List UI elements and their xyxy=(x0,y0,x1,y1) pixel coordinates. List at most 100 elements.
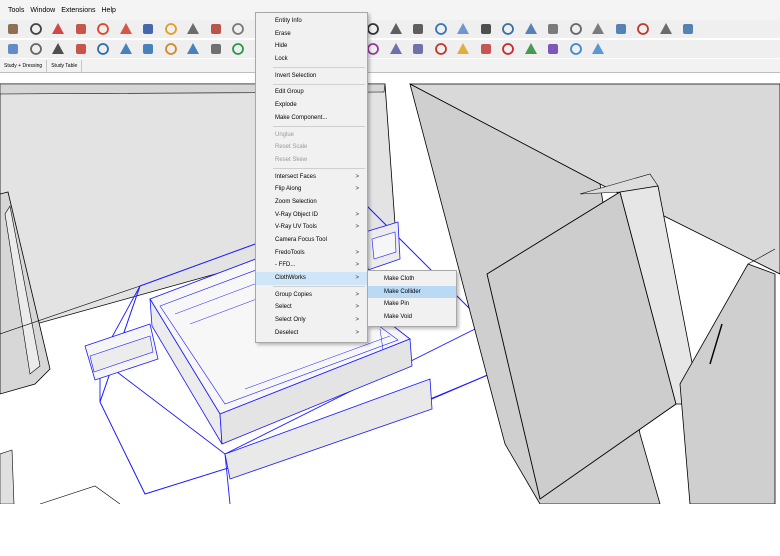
menu-item-label: Camera Focus Tool xyxy=(275,237,327,243)
material-icon[interactable] xyxy=(209,42,223,56)
menu-item-label: Intersect Faces xyxy=(275,173,317,180)
box-icon[interactable] xyxy=(659,22,673,36)
view-icon[interactable] xyxy=(591,22,605,36)
menu-item-clothworks[interactable]: ClothWorks > xyxy=(256,272,367,285)
wireframe-icon[interactable] xyxy=(479,22,493,36)
menu-item-select[interactable]: Select > xyxy=(256,301,367,314)
tape-icon[interactable] xyxy=(164,22,178,36)
leaves-icon[interactable] xyxy=(524,42,538,56)
grid-icon[interactable] xyxy=(456,42,470,56)
component-icon[interactable] xyxy=(231,42,245,56)
light-icon[interactable] xyxy=(164,42,178,56)
menu-help[interactable]: Help xyxy=(102,7,116,14)
menu-item-label: Deselect xyxy=(275,329,299,336)
box-icon[interactable] xyxy=(636,22,650,36)
submenu-item-make-cloth[interactable]: Make Cloth xyxy=(368,273,456,286)
look-icon[interactable] xyxy=(74,42,88,56)
textured-icon[interactable] xyxy=(546,22,560,36)
toggle-icon[interactable] xyxy=(569,42,583,56)
menu-item-fredotools[interactable]: FredoTools > xyxy=(256,247,367,260)
follow-me-icon[interactable] xyxy=(231,22,245,36)
section-icon[interactable] xyxy=(434,22,448,36)
menu-item-intersect-faces[interactable]: Intersect Faces > xyxy=(256,171,367,184)
menu-item-v-ray-object-id[interactable]: V-Ray Object ID > xyxy=(256,209,367,222)
ruler-icon[interactable] xyxy=(389,42,403,56)
submenu-item-make-void[interactable]: Make Void xyxy=(368,311,456,324)
scale-icon[interactable] xyxy=(141,22,155,36)
orbit-icon[interactable] xyxy=(6,42,20,56)
toolbar-row-2 xyxy=(0,40,780,58)
toggle-icon[interactable] xyxy=(546,42,560,56)
box-icon[interactable] xyxy=(681,22,695,36)
gear-icon[interactable] xyxy=(479,42,493,56)
chevron-right-icon: > xyxy=(355,173,359,180)
cloud-icon[interactable] xyxy=(389,22,403,36)
camera-icon[interactable] xyxy=(186,42,200,56)
chevron-right-icon: > xyxy=(355,329,359,336)
menu-item-v-ray-uv-tools[interactable]: V-Ray UV Tools > xyxy=(256,221,367,234)
scene-tab-study-table[interactable]: Study Table xyxy=(47,59,83,72)
menu-item-zoom-selection[interactable]: Zoom Selection xyxy=(256,196,367,209)
menu-item-camera-focus-tool[interactable]: Camera Focus Tool xyxy=(256,234,367,247)
pan-icon[interactable] xyxy=(29,42,43,56)
grid-icon[interactable] xyxy=(434,42,448,56)
menu-item-ffd[interactable]: - FFD... > xyxy=(256,259,367,272)
chevron-right-icon: > xyxy=(355,304,359,311)
teapot-icon[interactable] xyxy=(366,22,380,36)
menu-bar: Tools Window Extensions Help xyxy=(0,0,780,20)
render-icon[interactable] xyxy=(119,42,133,56)
menu-item-group-copies[interactable]: Group Copies > xyxy=(256,289,367,302)
paint-bucket-icon[interactable] xyxy=(6,22,20,36)
menu-item-deselect[interactable]: Deselect > xyxy=(256,327,367,340)
sphere-icon[interactable] xyxy=(366,42,380,56)
walk-icon[interactable] xyxy=(51,42,65,56)
menu-item-lock[interactable]: Lock xyxy=(256,53,367,66)
menu-window[interactable]: Window xyxy=(30,7,55,14)
menu-item-label: Lock xyxy=(275,56,288,63)
paint-icon[interactable] xyxy=(209,22,223,36)
context-menu[interactable]: Entity Info Erase Hide Lock Invert Selection… xyxy=(255,12,368,343)
clothworks-submenu[interactable]: Make Cloth Make Collider Make Pin Make Void xyxy=(367,270,457,327)
menu-extensions[interactable]: Extensions xyxy=(61,7,95,14)
menu-item-label: Edit Group xyxy=(275,89,304,96)
shaded-icon[interactable] xyxy=(524,22,538,36)
menu-item-label: ClothWorks xyxy=(275,275,306,282)
menu-item-label: Select Only xyxy=(275,317,306,324)
menu-item-label: Flip Along xyxy=(275,186,302,193)
rotate-icon[interactable] xyxy=(119,22,133,36)
dropdown-arrow-icon[interactable] xyxy=(29,22,43,36)
menu-item-label: Select xyxy=(275,304,292,311)
menu-item-edit-group[interactable]: Edit Group xyxy=(256,86,367,99)
menu-item-label: Reset Scale xyxy=(275,144,308,151)
section-icon[interactable] xyxy=(411,22,425,36)
submenu-item-make-collider[interactable]: Make Collider xyxy=(368,285,456,299)
menu-item-make-component[interactable]: Make Component... xyxy=(256,112,367,125)
menu-item-erase[interactable]: Erase xyxy=(256,28,367,41)
xray-icon[interactable] xyxy=(456,22,470,36)
render-icon[interactable] xyxy=(141,42,155,56)
chevron-right-icon: > xyxy=(355,186,359,193)
menu-item-invert-selection[interactable]: Invert Selection xyxy=(256,70,367,83)
cycle-icon[interactable] xyxy=(591,42,605,56)
grid-icon[interactable] xyxy=(501,42,515,56)
menu-tools[interactable]: Tools xyxy=(8,7,24,14)
scene-tab-study-dressing[interactable]: Study + Dressing xyxy=(0,59,48,72)
menu-item-select-only[interactable]: Select Only > xyxy=(256,314,367,327)
hidden-line-icon[interactable] xyxy=(501,22,515,36)
menu-item-flip-along[interactable]: Flip Along > xyxy=(256,183,367,196)
move-icon[interactable] xyxy=(96,22,110,36)
text-icon[interactable] xyxy=(186,22,200,36)
push-pull-icon[interactable] xyxy=(51,22,65,36)
chevron-right-icon: > xyxy=(355,262,359,269)
fx-icon[interactable] xyxy=(411,42,425,56)
render-icon[interactable] xyxy=(96,42,110,56)
box-icon[interactable] xyxy=(614,22,628,36)
menu-item-explode[interactable]: Explode xyxy=(256,99,367,112)
menu-item-label: Reset Skew xyxy=(275,156,308,163)
sandbox-icon[interactable] xyxy=(74,22,88,36)
submenu-item-make-pin[interactable]: Make Pin xyxy=(368,298,456,311)
menu-item-entity-info[interactable]: Entity Info xyxy=(256,15,367,28)
menu-item-hide[interactable]: Hide xyxy=(256,40,367,53)
menu-separator xyxy=(273,83,365,85)
view-icon[interactable] xyxy=(569,22,583,36)
